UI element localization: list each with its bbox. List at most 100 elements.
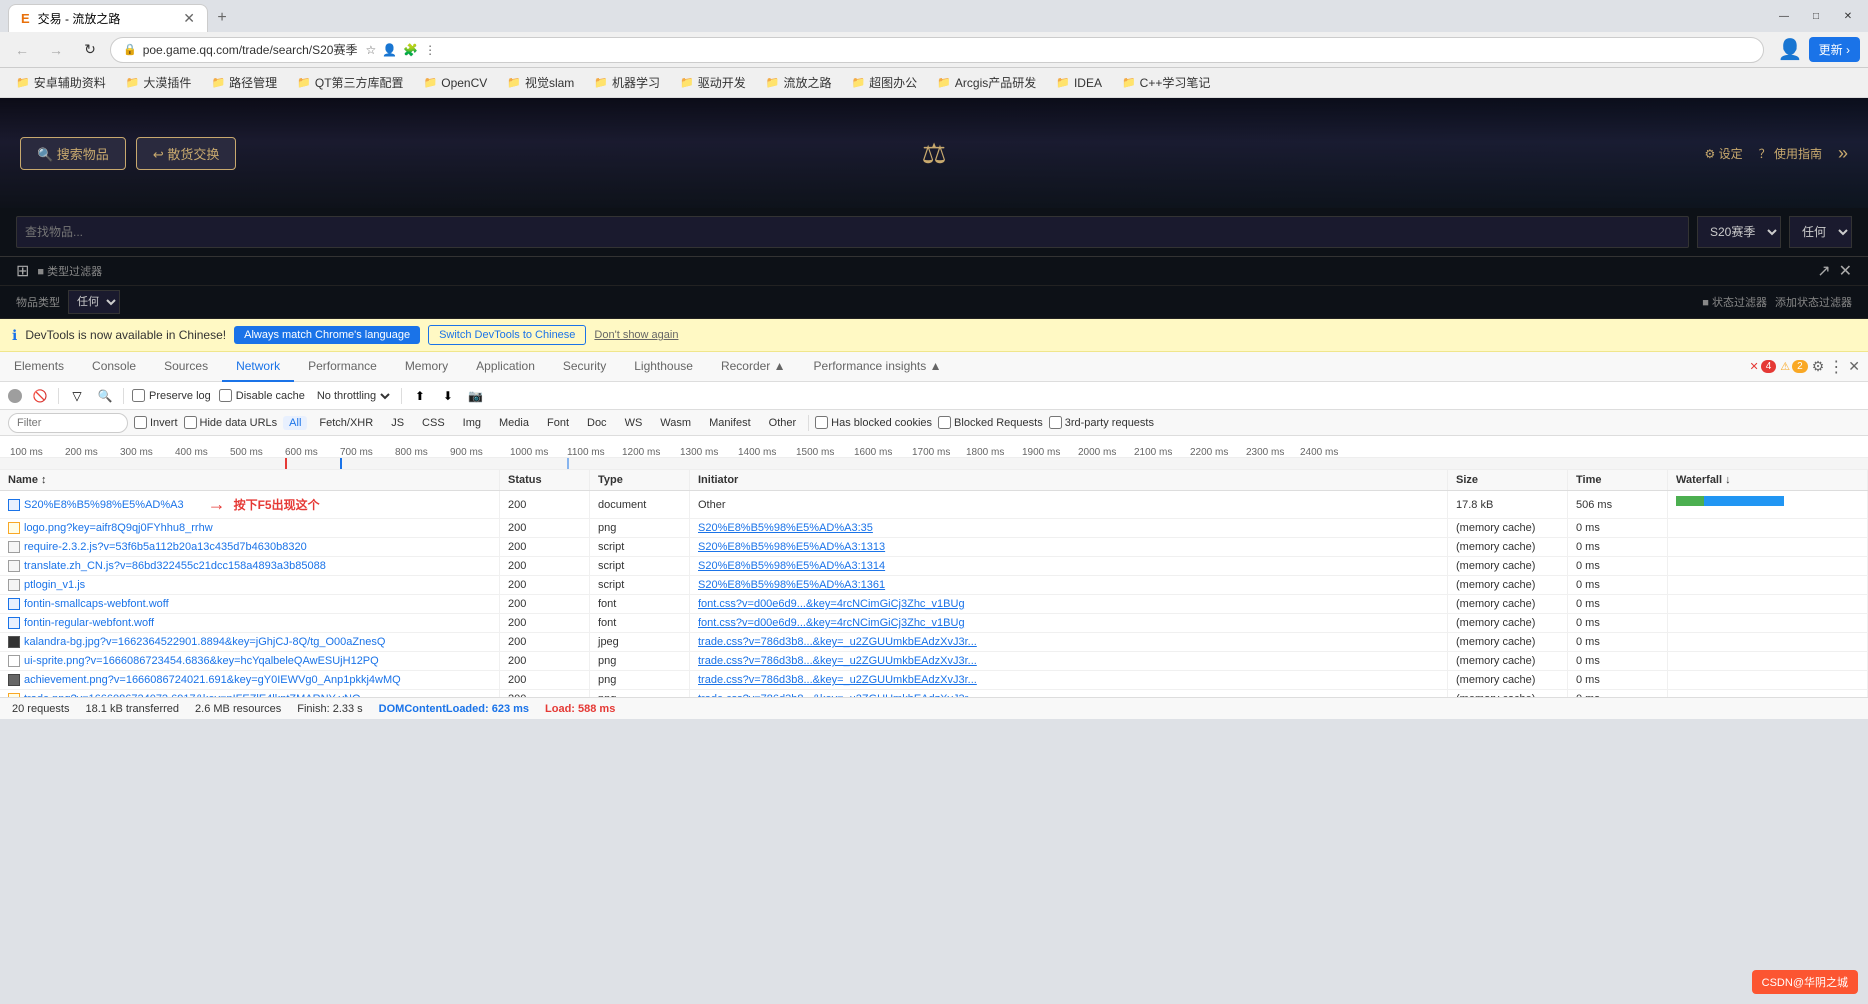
bookmark-slam[interactable]: 📁视觉slam <box>499 71 582 94</box>
table-row[interactable]: S20%E8%B5%98%E5%AD%A3 → 按下F5出现这个 200 doc… <box>0 491 1868 519</box>
table-row[interactable]: require-2.3.2.js?v=53f6b5a112b20a13c435d… <box>0 538 1868 557</box>
cell-name-0[interactable]: S20%E8%B5%98%E5%AD%A3 → 按下F5出现这个 <box>0 491 500 518</box>
menu-icon[interactable]: ⋮ <box>424 43 436 57</box>
bookmark-opencv[interactable]: 📁OpenCV <box>416 73 496 93</box>
bookmark-path[interactable]: 📁路径管理 <box>203 71 285 94</box>
filter-other[interactable]: Other <box>763 416 803 430</box>
table-row[interactable]: trade.png?v=1666086724072.6917&key=nIFEZ… <box>0 690 1868 697</box>
update-btn[interactable]: 更新 › <box>1809 37 1860 62</box>
cell-initiator-5[interactable]: font.css?v=d00e6d9...&key=4rcNCimGiCj3Zh… <box>690 595 1448 613</box>
devtools-dots-icon[interactable]: ⋮ <box>1828 357 1844 377</box>
bookmark-daomo[interactable]: 📁大漠插件 <box>118 71 200 94</box>
tab-close-btn[interactable]: ✕ <box>183 10 195 27</box>
any-select[interactable]: 任何 <box>1789 216 1852 248</box>
cell-initiator-9[interactable]: trade.css?v=786d3b8...&key=_u2ZGUUmkbEAd… <box>690 671 1448 689</box>
tab-sources[interactable]: Sources <box>150 352 222 382</box>
table-row[interactable]: kalandra-bg.jpg?v=1662364522901.8894&key… <box>0 633 1868 652</box>
tab-console[interactable]: Console <box>78 352 150 382</box>
tab-application[interactable]: Application <box>462 352 549 382</box>
filter-input[interactable] <box>8 413 128 433</box>
cell-name-3[interactable]: translate.zh_CN.js?v=86bd322455c21dcc158… <box>0 557 500 575</box>
address-bar[interactable]: 🔒 poe.game.qq.com/trade/search/S20赛季 ☆ 👤… <box>110 37 1764 63</box>
search-btn[interactable]: 🔍 <box>95 386 115 406</box>
cell-name-2[interactable]: require-2.3.2.js?v=53f6b5a112b20a13c435d… <box>0 538 500 556</box>
cell-name-7[interactable]: kalandra-bg.jpg?v=1662364522901.8894&key… <box>0 633 500 651</box>
extensions-icon[interactable]: 🧩 <box>403 43 418 57</box>
cell-name-8[interactable]: ui-sprite.png?v=1666086723454.6836&key=h… <box>0 652 500 670</box>
cell-initiator-4[interactable]: S20%E8%B5%98%E5%AD%A3:1361 <box>690 576 1448 594</box>
cell-initiator-2[interactable]: S20%E8%B5%98%E5%AD%A3:1313 <box>690 538 1448 556</box>
export-btn[interactable]: ⬇ <box>438 386 458 406</box>
disable-cache-check[interactable]: Disable cache <box>219 389 305 402</box>
filter-manifest[interactable]: Manifest <box>703 416 757 430</box>
refresh-btn[interactable]: ↻ <box>76 36 104 64</box>
cell-name-6[interactable]: fontin-regular-webfont.woff <box>0 614 500 632</box>
cell-initiator-8[interactable]: trade.css?v=786d3b8...&key=_u2ZGUUmkbEAd… <box>690 652 1448 670</box>
bookmark-android[interactable]: 📁安卓辅助资料 <box>8 71 114 94</box>
table-row[interactable]: fontin-smallcaps-webfont.woff 200 font f… <box>0 595 1868 614</box>
table-row[interactable]: ui-sprite.png?v=1666086723454.6836&key=h… <box>0 652 1868 671</box>
switch-devtools-btn[interactable]: Switch DevTools to Chinese <box>428 325 586 345</box>
filter-wasm[interactable]: Wasm <box>654 416 697 430</box>
table-row[interactable]: achievement.png?v=1666086724021.691&key=… <box>0 671 1868 690</box>
active-tab[interactable]: E 交易 - 流放之路 ✕ <box>8 4 208 32</box>
profile-icon[interactable]: 👤 <box>382 43 397 57</box>
tab-perf-insights[interactable]: Performance insights ▲ <box>800 352 956 382</box>
filter-doc[interactable]: Doc <box>581 416 613 430</box>
filter-toggle-btn[interactable]: ▽ <box>67 386 87 406</box>
clear-btn[interactable]: 🚫 <box>30 386 50 406</box>
profile-avatar[interactable]: 👤 <box>1778 37 1803 62</box>
back-btn[interactable]: ← <box>8 36 36 64</box>
search-input[interactable] <box>16 216 1689 248</box>
dont-show-btn[interactable]: Don't show again <box>594 329 678 341</box>
tab-performance[interactable]: Performance <box>294 352 391 382</box>
col-initiator[interactable]: Initiator <box>690 470 1448 490</box>
tab-memory[interactable]: Memory <box>391 352 462 382</box>
cell-initiator-10[interactable]: trade.css?v=786d3b8...&key=_u2ZGUUmkbEAd… <box>690 690 1448 697</box>
record-btn[interactable] <box>8 389 22 403</box>
devtools-settings-icon[interactable]: ⚙ <box>1812 358 1825 375</box>
bookmark-office[interactable]: 📁超图办公 <box>843 71 925 94</box>
filter-css[interactable]: CSS <box>416 416 451 430</box>
cell-name-4[interactable]: ptlogin_v1.js <box>0 576 500 594</box>
maximize-btn[interactable]: □ <box>1804 4 1828 28</box>
table-row[interactable]: ptlogin_v1.js 200 script S20%E8%B5%98%E5… <box>0 576 1868 595</box>
filter-js[interactable]: JS <box>385 416 410 430</box>
new-tab-btn[interactable]: + <box>208 4 236 32</box>
filter-img[interactable]: Img <box>457 416 487 430</box>
cell-name-9[interactable]: achievement.png?v=1666086724021.691&key=… <box>0 671 500 689</box>
minimize-btn[interactable]: — <box>1772 4 1796 28</box>
filter-ws[interactable]: WS <box>619 416 649 430</box>
tab-security[interactable]: Security <box>549 352 620 382</box>
cell-initiator-3[interactable]: S20%E8%B5%98%E5%AD%A3:1314 <box>690 557 1448 575</box>
tab-lighthouse[interactable]: Lighthouse <box>620 352 707 382</box>
bookmark-arcgis[interactable]: 📁Arcgis产品研发 <box>929 71 1044 94</box>
help-btn[interactable]: ？ 使用指南 <box>1759 145 1822 162</box>
filter-all[interactable]: All <box>283 416 307 430</box>
bookmark-cpp[interactable]: 📁C++学习笔记 <box>1114 71 1218 94</box>
bookmark-idea[interactable]: 📁IDEA <box>1048 73 1110 93</box>
bookmark-ml[interactable]: 📁机器学习 <box>586 71 668 94</box>
filter-font[interactable]: Font <box>541 416 575 430</box>
cell-initiator-1[interactable]: S20%E8%B5%98%E5%AD%A3:35 <box>690 519 1448 537</box>
tab-elements[interactable]: Elements <box>0 352 78 382</box>
warning-badge[interactable]: ⚠ 2 <box>1780 360 1807 373</box>
expand-icon[interactable]: » <box>1838 143 1848 164</box>
cell-name-1[interactable]: logo.png?key=aifr8Q9qj0FYhhu8_rrhw <box>0 519 500 537</box>
filter-close-icon[interactable]: ✕ <box>1839 261 1852 281</box>
cell-name-5[interactable]: fontin-smallcaps-webfont.woff <box>0 595 500 613</box>
error-badge[interactable]: ✕ 4 <box>1749 360 1776 373</box>
filter-share-icon[interactable]: ↗ <box>1817 261 1830 281</box>
col-status[interactable]: Status <box>500 470 590 490</box>
cell-name-10[interactable]: trade.png?v=1666086724072.6917&key=nIFEZ… <box>0 690 500 697</box>
close-btn[interactable]: ✕ <box>1836 4 1860 28</box>
third-party-check[interactable]: 3rd-party requests <box>1049 416 1154 429</box>
match-language-btn[interactable]: Always match Chrome's language <box>234 326 420 344</box>
preserve-log-check[interactable]: Preserve log <box>132 389 211 402</box>
forward-btn[interactable]: → <box>42 36 70 64</box>
col-time[interactable]: Time <box>1568 470 1668 490</box>
bulk-exchange-btn[interactable]: ↩ 散货交换 <box>136 137 237 170</box>
blocked-cookies-check[interactable]: Has blocked cookies <box>815 416 932 429</box>
blocked-requests-check[interactable]: Blocked Requests <box>938 416 1043 429</box>
hide-data-urls-check[interactable]: Hide data URLs <box>184 416 278 429</box>
